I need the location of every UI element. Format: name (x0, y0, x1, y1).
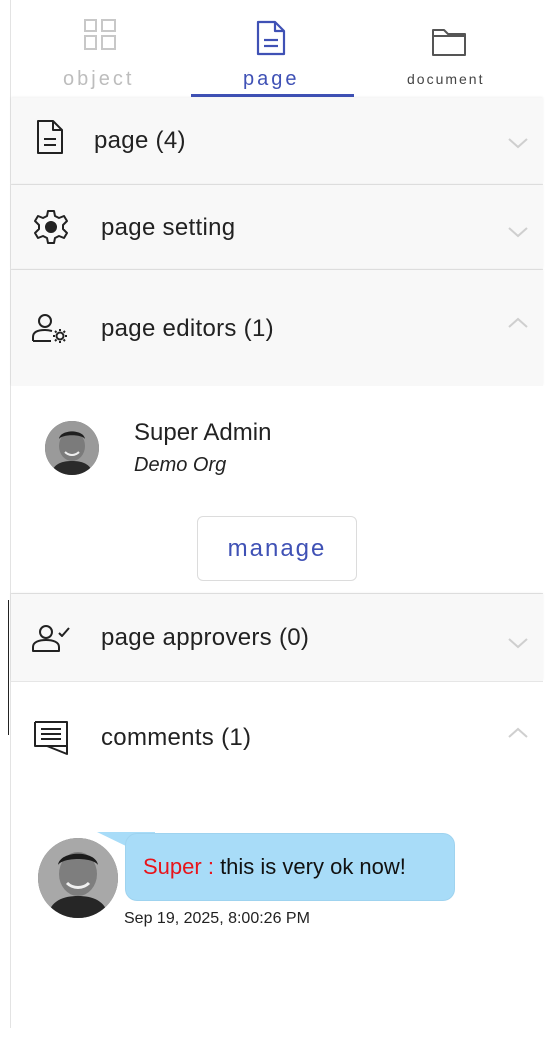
comment-bubble: Super : this is very ok now! (125, 833, 455, 901)
editor-org: Demo Org (134, 454, 227, 476)
section-editors-header[interactable]: page editors (1) (11, 270, 543, 386)
comment-author: Super : (143, 854, 214, 879)
chevron-down-icon (507, 636, 529, 655)
tab-document-label: document (407, 71, 485, 87)
manage-editors-button[interactable]: manage (197, 516, 357, 581)
section-setting-header[interactable]: page setting (11, 185, 543, 269)
section-approvers-title: page approvers (0) (101, 624, 310, 651)
comment-timestamp: Sep 19, 2025, 8:00:26 PM (124, 910, 310, 927)
section-setting-title: page setting (101, 214, 236, 241)
gear-icon (32, 208, 70, 251)
document-icon (35, 118, 65, 161)
page-panel: object page document page (4) page setti… (11, 0, 543, 1030)
user-check-icon (31, 624, 71, 659)
tab-page-label: page (243, 68, 300, 90)
vertical-divider (8, 600, 9, 735)
chevron-down-icon (507, 136, 529, 155)
folder-icon (431, 27, 467, 62)
page-icon (255, 19, 287, 62)
comment-list: Super : this is very ok now! Sep 19, 202… (11, 792, 543, 992)
tab-object-label: object (63, 68, 135, 90)
section-page-header[interactable]: page (4) (11, 98, 543, 184)
tab-bar: object page document (11, 0, 543, 98)
section-comments-title: comments (1) (101, 724, 252, 751)
active-tab-indicator (191, 94, 354, 97)
section-comments-header[interactable]: comments (1) (11, 682, 543, 792)
comment-text: this is very ok now! (220, 854, 406, 879)
user-gear-icon (31, 312, 69, 349)
section-approvers-header[interactable]: page approvers (0) (11, 594, 543, 681)
tab-object[interactable]: object (11, 0, 191, 98)
chevron-down-icon (507, 225, 529, 244)
editor-name: Super Admin (134, 419, 272, 446)
avatar (45, 421, 99, 475)
comment-icon (33, 720, 69, 761)
editors-list: Super Admin Demo Org manage (11, 386, 543, 593)
tab-document[interactable]: document (354, 0, 543, 98)
section-page-title: page (4) (94, 127, 186, 154)
tab-page[interactable]: page (191, 0, 354, 98)
chevron-up-icon (507, 316, 529, 335)
grid-icon (83, 18, 117, 57)
section-editors-title: page editors (1) (101, 315, 274, 342)
chevron-up-icon (507, 726, 529, 745)
